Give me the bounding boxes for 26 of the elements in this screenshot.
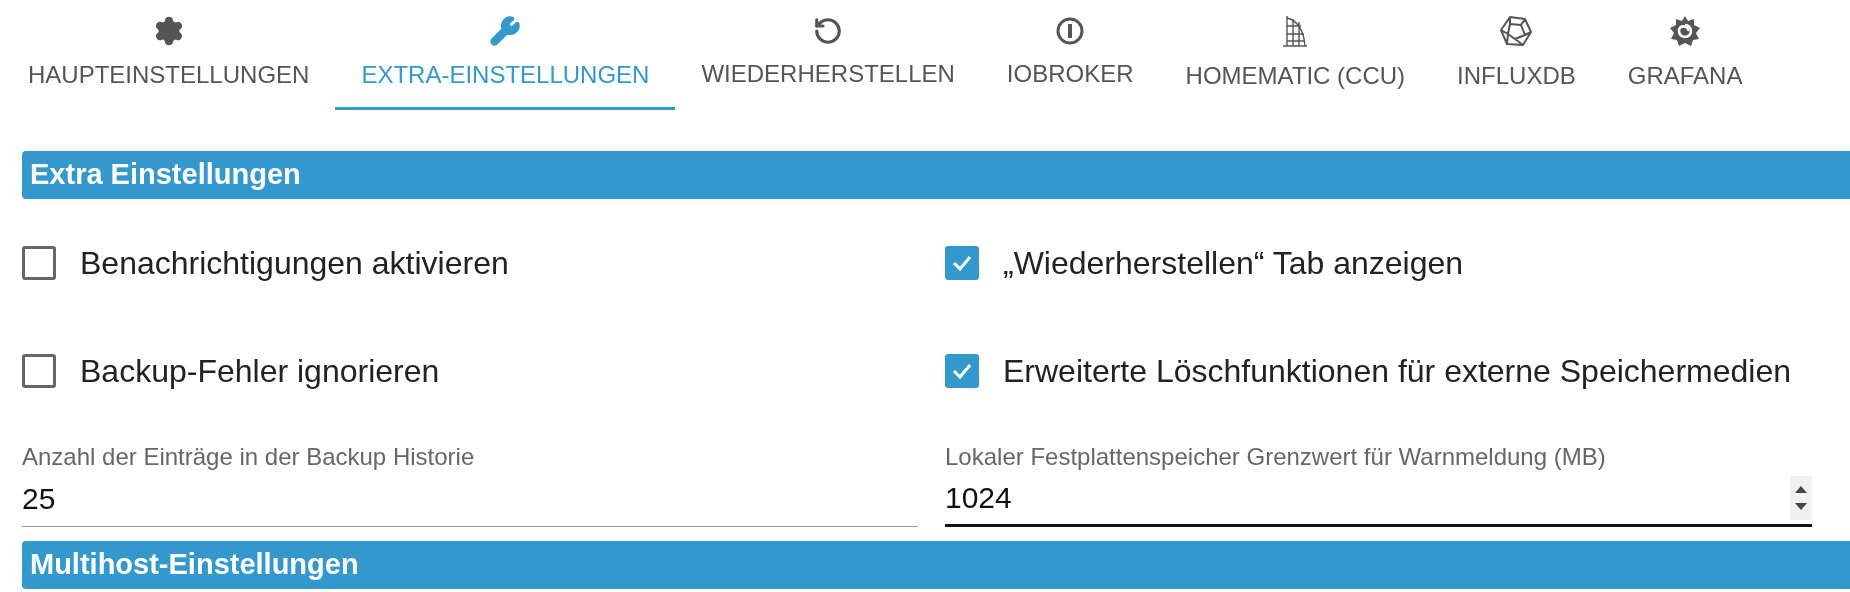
checkbox[interactable] bbox=[22, 354, 56, 388]
spinner-icon[interactable] bbox=[1790, 475, 1812, 520]
section-header: Extra Einstellungen bbox=[22, 151, 1850, 199]
field-label: Lokaler Festplattenspeicher Grenzwert für Warnmeldung (MB) bbox=[945, 442, 1607, 471]
checkbox[interactable] bbox=[22, 246, 56, 280]
field-label: Anzahl der Einträge in der Backup Historie bbox=[22, 442, 476, 471]
polyhedron-icon bbox=[1499, 13, 1534, 48]
tab[interactable]: HAUPTEINSTELLUNGEN bbox=[2, 0, 336, 110]
wrench-icon bbox=[489, 14, 522, 47]
restore-icon bbox=[813, 15, 844, 46]
tab[interactable]: INFLUXDB bbox=[1431, 0, 1602, 110]
section-header: Multihost-Einstellungen bbox=[22, 541, 1850, 589]
checkbox[interactable] bbox=[945, 246, 979, 280]
checkbox-label: Benachrichtigungen aktivieren bbox=[80, 244, 509, 283]
number-field[interactable]: 25 bbox=[22, 471, 918, 527]
tab[interactable]: HOMEMATIC (CCU) bbox=[1159, 0, 1432, 110]
number-field[interactable]: 1024 bbox=[945, 471, 1812, 527]
tab[interactable]: IOBROKER bbox=[980, 0, 1160, 110]
tab[interactable]: GRAFANA bbox=[1601, 0, 1769, 110]
checkbox-label: Backup-Fehler ignorieren bbox=[80, 352, 440, 391]
building-icon bbox=[1281, 13, 1310, 48]
checkbox-label: „Wiederherstellen“ Tab anzeigen bbox=[1003, 244, 1464, 283]
circle-i-icon bbox=[1055, 15, 1086, 46]
checkbox[interactable] bbox=[945, 354, 979, 388]
tab[interactable]: WIEDERHERSTELLEN bbox=[675, 0, 981, 110]
checkbox-label: Erweiterte Löschfunktionen für externe Speichermedien bbox=[1003, 352, 1791, 391]
